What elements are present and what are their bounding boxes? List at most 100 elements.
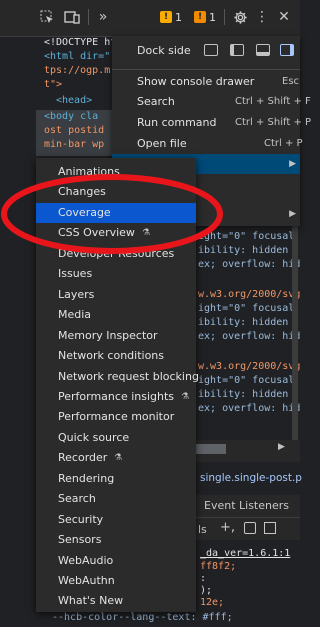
submenu-item-label: What's New	[58, 594, 124, 608]
code-line: w.w3.org/2000/svg	[198, 289, 301, 300]
css-line: --hcb-color--lang--text: #fff;	[52, 612, 233, 623]
submenu-item-coverage[interactable]: Coverage	[36, 202, 196, 224]
code-line: t">	[44, 79, 63, 90]
undock-icon[interactable]	[204, 44, 218, 56]
code-line: ibility: hidden	[198, 389, 289, 400]
computed-sidebar-icon[interactable]	[264, 522, 276, 534]
warnings-count: 1	[175, 10, 182, 24]
menu-item-shortcut: Esc	[282, 76, 300, 87]
dock-side-label: Dock side	[137, 44, 191, 57]
code-line: ibility: hidden	[198, 245, 289, 256]
more-tools-submenu: Animations Changes Coverage CSS Overview ⚗ De…	[36, 158, 199, 612]
code-line[interactable]: <head>	[56, 94, 92, 108]
menu-item-run-command[interactable]: Run command Ctrl + Shift + P	[112, 113, 311, 133]
submenu-item-animations[interactable]: Animations	[36, 162, 196, 182]
submenu-item-label: WebAuthn	[58, 574, 115, 587]
more-tabs-chevron-icon[interactable]: »	[96, 8, 110, 26]
device-toolbar-icon[interactable]	[64, 8, 80, 26]
dock-right-icon[interactable]	[280, 44, 294, 56]
styles-pane: _da_ver=1.6.1:1 ff8f2; : ); 12e;	[196, 540, 300, 612]
submenu-item-label: Recorder	[58, 451, 108, 465]
submenu-item-performance-insights[interactable]: Performance insights ⚗	[36, 387, 196, 407]
code-line: ibility: hidden	[198, 317, 289, 328]
menu-item-label: Run command	[137, 116, 217, 129]
styles-toolbar: ls +,	[196, 518, 300, 540]
menu-item-shortcut: Ctrl + Shift + P	[235, 117, 312, 128]
submenu-item-sensors[interactable]: Sensors	[36, 530, 196, 550]
kebab-menu-icon[interactable]: ⋮	[255, 8, 269, 26]
submenu-arrow-icon: ▶	[289, 159, 296, 169]
submenu-item-label: Media	[58, 308, 92, 322]
submenu-item-search[interactable]: Search	[36, 489, 196, 509]
code-line: ight="0" focusal	[198, 303, 295, 314]
css-line: ff8f2;	[200, 561, 237, 572]
menu-item-open-file[interactable]: Open file Ctrl + P	[112, 134, 303, 154]
dock-bottom-icon[interactable]	[256, 44, 270, 56]
submenu-item-label: CSS Overview	[58, 226, 135, 240]
submenu-item-label: Rendering	[58, 471, 115, 485]
new-style-rule-icon[interactable]: +,	[220, 520, 235, 535]
dock-left-icon[interactable]	[230, 44, 244, 56]
submenu-item-css-overview[interactable]: CSS Overview ⚗	[36, 223, 196, 243]
submenu-item-label: Issues	[58, 267, 93, 281]
submenu-item-label: Network request blocking	[58, 369, 199, 383]
submenu-item-label: Network conditions	[58, 349, 165, 363]
submenu-item-issues[interactable]: Issues	[36, 264, 196, 284]
css-source-link[interactable]: _da_ver=1.6.1:1	[200, 548, 290, 560]
warnings-badge[interactable]: ! 1	[160, 10, 182, 24]
submenu-item-security[interactable]: Security	[36, 510, 196, 530]
code-line: min-bar wp	[44, 139, 105, 150]
submenu-item-layers[interactable]: Layers	[36, 285, 196, 305]
submenu-item-memory-inspector[interactable]: Memory Inspector	[36, 326, 196, 346]
menu-item-show-console-drawer[interactable]: Show console drawer Esc	[112, 72, 300, 92]
submenu-item-label: Search	[58, 492, 96, 506]
submenu-item-developer-resources[interactable]: Developer Resources	[36, 244, 196, 264]
submenu-item-webauthn[interactable]: WebAuthn	[36, 571, 196, 591]
submenu-item-webaudio[interactable]: WebAudio	[36, 551, 196, 571]
submenu-item-network-conditions[interactable]: Network conditions	[36, 346, 196, 366]
menu-item-search[interactable]: Search Ctrl + Shift + F	[112, 92, 311, 112]
errors-badge[interactable]: ! 1	[194, 10, 216, 24]
breadcrumb[interactable]: single.single-post.p	[200, 472, 302, 484]
experiment-flask-icon: ⚗	[181, 391, 190, 402]
submenu-item-media[interactable]: Media	[36, 305, 196, 325]
submenu-item-changes[interactable]: Changes	[36, 182, 196, 202]
menu-item-label: Show console drawer	[137, 75, 255, 88]
inspect-element-icon[interactable]	[40, 8, 54, 26]
code-line: ex; overflow: hid	[198, 403, 301, 414]
vertical-scrollbar[interactable]	[292, 226, 298, 440]
dock-side-row: Dock side	[112, 38, 300, 64]
horizontal-scrollbar[interactable]: ▶	[196, 440, 300, 462]
settings-gear-icon[interactable]	[232, 8, 248, 26]
submenu-item-recorder[interactable]: Recorder ⚗	[36, 448, 196, 468]
submenu-item-label: Quick source	[58, 430, 130, 444]
code-line: w.w3.org/2000/svg	[198, 361, 301, 372]
element-state-icon[interactable]	[244, 522, 256, 534]
submenu-item-network-request-blocking[interactable]: Network request blocking	[36, 367, 199, 387]
scroll-thumb[interactable]	[196, 444, 226, 454]
tab-event-listeners[interactable]: Event Listeners	[204, 499, 289, 512]
submenu-item-performance-monitor[interactable]: Performance monitor	[36, 407, 196, 427]
code-line[interactable]: <body cla	[44, 110, 98, 124]
code-line: ight="0" focusal	[198, 231, 295, 242]
breadcrumb-bar: single.single-post.p	[196, 462, 302, 494]
menu-divider	[112, 69, 300, 70]
close-icon[interactable]: ✕	[278, 8, 290, 26]
warning-icon: !	[160, 11, 172, 23]
submenu-item-label: Performance monitor	[58, 410, 175, 424]
submenu-item-what-s-new[interactable]: What's New	[36, 591, 196, 611]
menu-item-shortcut: Ctrl + P	[264, 138, 303, 149]
submenu-item-quick-source[interactable]: Quick source	[36, 428, 196, 448]
code-line: ex; overflow: hid	[198, 259, 301, 270]
code-line: ex; overflow: hid	[198, 331, 301, 342]
code-line: ight="0" focusal	[198, 375, 295, 386]
toolbar-separator	[88, 9, 89, 25]
issue-icon: !	[194, 11, 206, 23]
errors-count: 1	[209, 10, 216, 24]
scroll-right-arrow-icon[interactable]: ▶	[278, 442, 285, 452]
menu-item-label: Search	[137, 95, 175, 108]
submenu-item-rendering[interactable]: Rendering	[36, 469, 196, 489]
submenu-item-label: Sensors	[58, 533, 102, 547]
code-line[interactable]: <!DOCTYPE ht	[44, 36, 116, 50]
code-line[interactable]: <html dir="	[44, 50, 110, 64]
